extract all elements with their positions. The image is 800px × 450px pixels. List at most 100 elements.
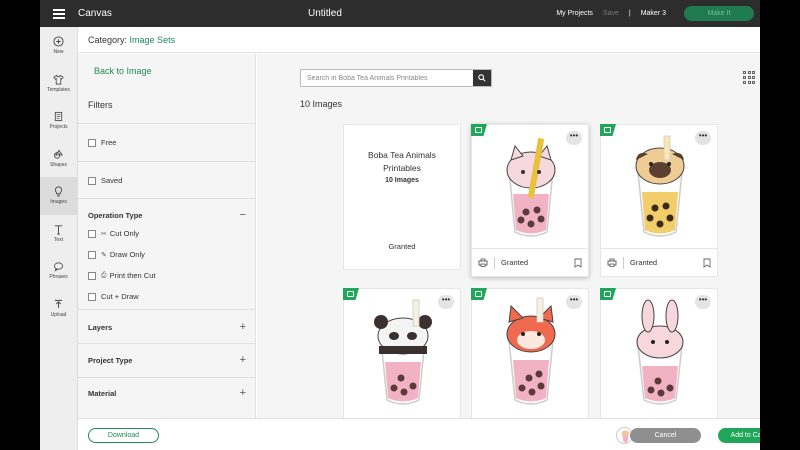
card-footer: Granted xyxy=(601,248,717,276)
checkbox-box[interactable] xyxy=(88,176,96,185)
set-image-count: 10 Images xyxy=(385,177,419,184)
tool-label: Upload xyxy=(50,311,67,318)
checkbox-box[interactable] xyxy=(88,271,96,280)
image-set-info-card[interactable]: Boba Tea Animals Printables 10 Images Gr… xyxy=(343,124,461,270)
boba-fox-image xyxy=(472,289,590,413)
saved-checkbox[interactable]: Saved xyxy=(88,176,122,185)
printer-icon xyxy=(607,258,617,267)
project-type-section[interactable]: Project Type + xyxy=(78,343,256,377)
material-header[interactable]: Material xyxy=(88,389,116,398)
make-it-button[interactable]: Make It xyxy=(684,6,754,21)
printer-icon: ⎙ xyxy=(101,271,107,279)
upload-icon xyxy=(54,299,63,308)
tool-new[interactable]: New xyxy=(40,27,77,65)
checkbox-box[interactable] xyxy=(88,250,96,259)
category-bar: Category: Image Sets xyxy=(78,27,760,53)
results-count: 10 Images xyxy=(300,99,343,109)
filters-title: Filters xyxy=(88,100,113,110)
save-button[interactable]: Save xyxy=(603,10,619,17)
op-label: Cut + Draw xyxy=(101,292,139,301)
hamburger-menu-button[interactable] xyxy=(40,0,78,27)
tool-label: Templates xyxy=(47,86,70,93)
set-name: Boba Tea Animals Printables xyxy=(368,150,436,173)
cancel-button[interactable]: Cancel xyxy=(630,428,701,443)
boba-panda-image xyxy=(344,289,462,413)
boba-cat-image xyxy=(472,125,590,249)
machine-selector[interactable]: Maker 3 xyxy=(641,10,666,17)
tool-images[interactable]: Images xyxy=(40,177,77,215)
right-letterbox xyxy=(760,0,800,450)
set-status: Granted xyxy=(388,242,416,251)
expand-plus-icon[interactable]: + xyxy=(240,322,246,333)
top-bar: Canvas Untitled My Projects Save | Maker… xyxy=(40,0,760,27)
tool-text[interactable]: Text xyxy=(40,215,77,253)
image-card-pug[interactable]: ••• Granted xyxy=(600,124,718,277)
printer-icon xyxy=(478,258,488,267)
app-title: Canvas xyxy=(78,8,112,19)
category-name[interactable]: Image Sets xyxy=(130,35,176,45)
op-print-then-cut[interactable]: ⎙ Print then Cut xyxy=(88,271,155,280)
filters-panel: Back to Image Filters Free Saved Operati… xyxy=(78,54,256,418)
card-status: Granted xyxy=(630,258,658,267)
op-label: Cut Only xyxy=(109,229,140,238)
speech-bubble-icon xyxy=(53,262,64,272)
op-cut-only[interactable]: ✂ Cut Only xyxy=(88,229,139,238)
tool-label: Images xyxy=(50,199,67,206)
search-icon xyxy=(478,74,486,82)
collapse-minus-icon[interactable]: − xyxy=(240,210,246,221)
material-section[interactable]: Material + xyxy=(78,377,256,418)
plus-circle-icon xyxy=(53,36,64,47)
search-button[interactable] xyxy=(473,70,491,86)
tool-templates[interactable]: Templates xyxy=(40,65,77,103)
document-title[interactable]: Untitled xyxy=(308,8,342,19)
download-button[interactable]: Download xyxy=(88,428,159,443)
checkbox-box[interactable] xyxy=(88,138,96,147)
image-card-bunny[interactable]: ••• xyxy=(600,288,718,418)
operation-type-header[interactable]: Operation Type xyxy=(88,211,142,220)
my-projects-link[interactable]: My Projects xyxy=(556,10,593,17)
tool-label: Projects xyxy=(49,124,68,131)
checkbox-box[interactable] xyxy=(88,229,96,238)
tool-shapes[interactable]: Shapes xyxy=(40,140,77,178)
expand-plus-icon[interactable]: + xyxy=(240,355,246,366)
op-label: Draw Only xyxy=(109,250,145,259)
checkbox-box[interactable] xyxy=(88,292,96,301)
card-footer: Granted xyxy=(472,248,588,276)
search-input[interactable] xyxy=(301,70,473,86)
separator xyxy=(494,256,495,269)
bookmark-icon[interactable] xyxy=(574,258,582,268)
free-checkbox[interactable]: Free xyxy=(88,138,116,147)
top-right-controls: My Projects Save | Maker 3 Make It xyxy=(556,0,754,27)
op-label: Print then Cut xyxy=(109,271,156,280)
cut-icon: ✂ xyxy=(101,230,107,238)
op-draw-only[interactable]: ✎ Draw Only xyxy=(88,250,145,259)
image-card-panda[interactable]: ••• xyxy=(343,288,461,418)
filter-saved-row: Saved xyxy=(78,161,256,198)
expand-plus-icon[interactable]: + xyxy=(240,388,246,399)
layers-section[interactable]: Layers + xyxy=(78,309,256,343)
op-cut-draw[interactable]: Cut + Draw xyxy=(88,292,139,301)
image-card-cat[interactable]: ••• Granted xyxy=(471,124,589,277)
tool-upload[interactable]: Upload xyxy=(40,290,77,328)
separator xyxy=(623,256,624,269)
filter-free-row: Free xyxy=(78,123,256,161)
tool-rail: New Templates Projects Shapes Images Tex… xyxy=(40,27,78,450)
app-window: Canvas Untitled My Projects Save | Maker… xyxy=(40,0,760,450)
tool-label: Phrases xyxy=(49,274,68,281)
add-to-canvas-button[interactable]: Add to Canvas xyxy=(718,428,760,443)
bookmark-icon[interactable] xyxy=(703,258,711,268)
tool-phrases[interactable]: Phrases xyxy=(40,252,77,290)
boba-bunny-image xyxy=(601,289,719,413)
category-prefix: Category: xyxy=(88,34,128,45)
project-type-header[interactable]: Project Type xyxy=(88,356,132,365)
saved-label: Saved xyxy=(101,176,123,185)
operation-type-section: Operation Type − ✂ Cut Only ✎ Draw Only ⎙ P… xyxy=(78,198,256,309)
pen-icon: ✎ xyxy=(101,251,107,259)
layers-header[interactable]: Layers xyxy=(88,323,112,332)
tool-projects[interactable]: Projects xyxy=(40,102,77,140)
image-card-fox[interactable]: ••• xyxy=(471,288,589,418)
back-to-image-link[interactable]: Back to Image xyxy=(94,66,152,76)
grid-view-icon[interactable] xyxy=(743,71,756,84)
shapes-icon xyxy=(53,149,63,159)
tool-label: New xyxy=(53,49,64,56)
